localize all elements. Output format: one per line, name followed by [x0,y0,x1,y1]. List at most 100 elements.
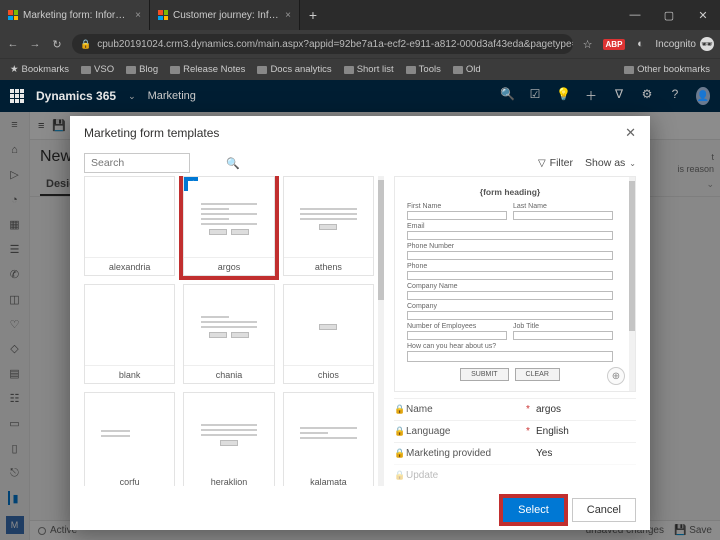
template-thumb [188,289,269,361]
task-icon[interactable]: ☑ [528,87,542,105]
app-launcher-icon[interactable] [10,89,24,103]
chevron-down-icon: ⌄ [629,159,636,168]
bookmark-item[interactable]: VSO [77,64,118,75]
modal-body: alexandria ✓ argos athens [70,176,650,490]
folder-icon [344,66,354,74]
template-gallery: alexandria ✓ argos athens [84,176,374,486]
cancel-button[interactable]: Cancel [572,498,636,522]
reload-button[interactable]: ↻ [50,38,64,51]
required-icon: * [526,404,536,415]
template-name: kalamata [284,473,373,486]
lock-icon: 🔒 [394,470,406,481]
preview-submit: SUBMIT [460,368,508,381]
extension-icon[interactable]: ◐ [633,38,647,50]
chevron-down-icon[interactable]: ⌄ [128,91,136,102]
template-card[interactable]: chios [283,284,374,384]
tab-title: Customer journey: Information: [173,10,280,21]
close-icon[interactable]: × [285,10,291,21]
template-thumb [188,397,269,469]
template-card-selected[interactable]: ✓ argos [183,176,274,276]
preview-column: {form heading} First Name Last Name Emai… [394,176,636,486]
select-button[interactable]: Select [503,498,564,522]
close-icon[interactable]: ✕ [625,125,636,141]
detail-row: 🔒 Name * argos [394,398,636,420]
search-field[interactable] [91,157,226,169]
search-icon[interactable]: 🔍 [226,157,240,170]
preview-pane: {form heading} First Name Last Name Emai… [394,176,636,392]
show-as-button[interactable]: Show as⌄ [585,157,636,169]
template-card[interactable]: alexandria [84,176,175,276]
settings-icon[interactable]: ⚙ [640,87,654,105]
browser-tab[interactable]: Marketing form: Information: Ne × [0,0,150,30]
bookmark-item[interactable]: Tools [402,64,445,75]
browser-tab-strip: Marketing form: Information: Ne × Custom… [0,0,720,30]
template-name: chios [284,365,373,383]
template-preview: {form heading} First Name Last Name Emai… [395,177,625,391]
preview-heading: {form heading} [407,187,613,197]
detail-row: 🔒 Update [394,464,636,486]
ms-logo-icon [8,10,18,20]
incognito-label: Incognito [655,39,696,50]
other-bookmarks[interactable]: Other bookmarks [620,64,714,75]
template-thumb [288,289,369,361]
template-name: chania [184,365,273,383]
minimize-button[interactable]: — [618,0,652,30]
template-card[interactable]: heraklion [183,392,274,486]
bookmark-item[interactable]: Release Notes [166,64,249,75]
template-name: heraklion [184,473,273,486]
search-input[interactable]: 🔍 [84,153,190,173]
assistant-icon[interactable]: 💡 [556,87,570,105]
new-tab-button[interactable]: + [300,0,326,30]
preview-scrollbar[interactable] [629,177,635,391]
bookmarks-bar: ★Bookmarks VSO Blog Release Notes Docs a… [0,58,720,80]
template-name: corfu [85,473,174,486]
template-thumb [89,289,170,361]
zoom-icon[interactable]: ⊕ [607,367,625,385]
help-icon[interactable]: ? [668,87,682,105]
modal-overlay: Marketing form templates ✕ 🔍 ▽Filter Sho… [0,112,720,540]
lock-icon: 🔒 [80,39,91,50]
app-body: ≡ ⌂ ▷ ◔ ▦ ☰ ✆ ◫ ♡ ◇ ▤ ☷ ▭ ▯ ⎋ ▮ M ≡ 💾 Sa… [0,112,720,540]
modal-title: Marketing form templates [84,126,219,140]
template-card[interactable]: kalamata [283,392,374,486]
filter-button[interactable]: ▽Filter [538,157,573,169]
template-name: alexandria [85,257,174,275]
template-name: athens [284,257,373,275]
modal-header: Marketing form templates ✕ [70,116,650,150]
folder-icon [126,66,136,74]
template-gallery-wrap: alexandria ✓ argos athens [84,176,384,486]
bookmark-item[interactable]: Short list [340,64,398,75]
modal-toolbar: 🔍 ▽Filter Show as⌄ [70,150,650,176]
folder-icon [257,66,267,74]
forward-button[interactable]: → [28,38,42,50]
lock-icon: 🔒 [394,426,406,437]
folder-icon [624,66,634,74]
back-button[interactable]: ← [6,38,20,50]
template-card[interactable]: blank [84,284,175,384]
incognito-icon: 🕶 [700,37,714,51]
browser-tab[interactable]: Customer journey: Information: × [150,0,300,30]
abp-extension-icon[interactable]: ABP [603,39,626,50]
top-bar-actions: 🔍 ☑ 💡 ＋ ∇ ⚙ ? 👤 [500,87,710,105]
close-icon[interactable]: × [135,10,141,21]
maximize-button[interactable]: ▢ [652,0,686,30]
close-window-button[interactable]: ✕ [686,0,720,30]
template-card[interactable]: athens [283,176,374,276]
template-thumb [288,181,369,253]
bookmark-item[interactable]: Blog [122,64,162,75]
product-name: Dynamics 365 [36,89,116,103]
area-name: Marketing [148,90,196,102]
add-icon[interactable]: ＋ [584,87,598,105]
url-field[interactable]: 🔒 cpub20191024.crm3.dynamics.com/main.as… [72,34,573,54]
bookmark-item[interactable]: Docs analytics [253,64,335,75]
filter-icon[interactable]: ∇ [612,87,626,105]
gallery-scrollbar[interactable] [378,176,384,486]
search-icon[interactable]: 🔍 [500,87,514,105]
star-icon[interactable]: ☆ [581,38,595,51]
avatar[interactable]: 👤 [696,87,710,105]
detail-row: 🔒 Language * English [394,420,636,442]
bookmark-item[interactable]: Old [449,64,485,75]
template-card[interactable]: corfu [84,392,175,486]
template-card[interactable]: chania [183,284,274,384]
bookmark-item[interactable]: ★Bookmarks [6,64,73,75]
